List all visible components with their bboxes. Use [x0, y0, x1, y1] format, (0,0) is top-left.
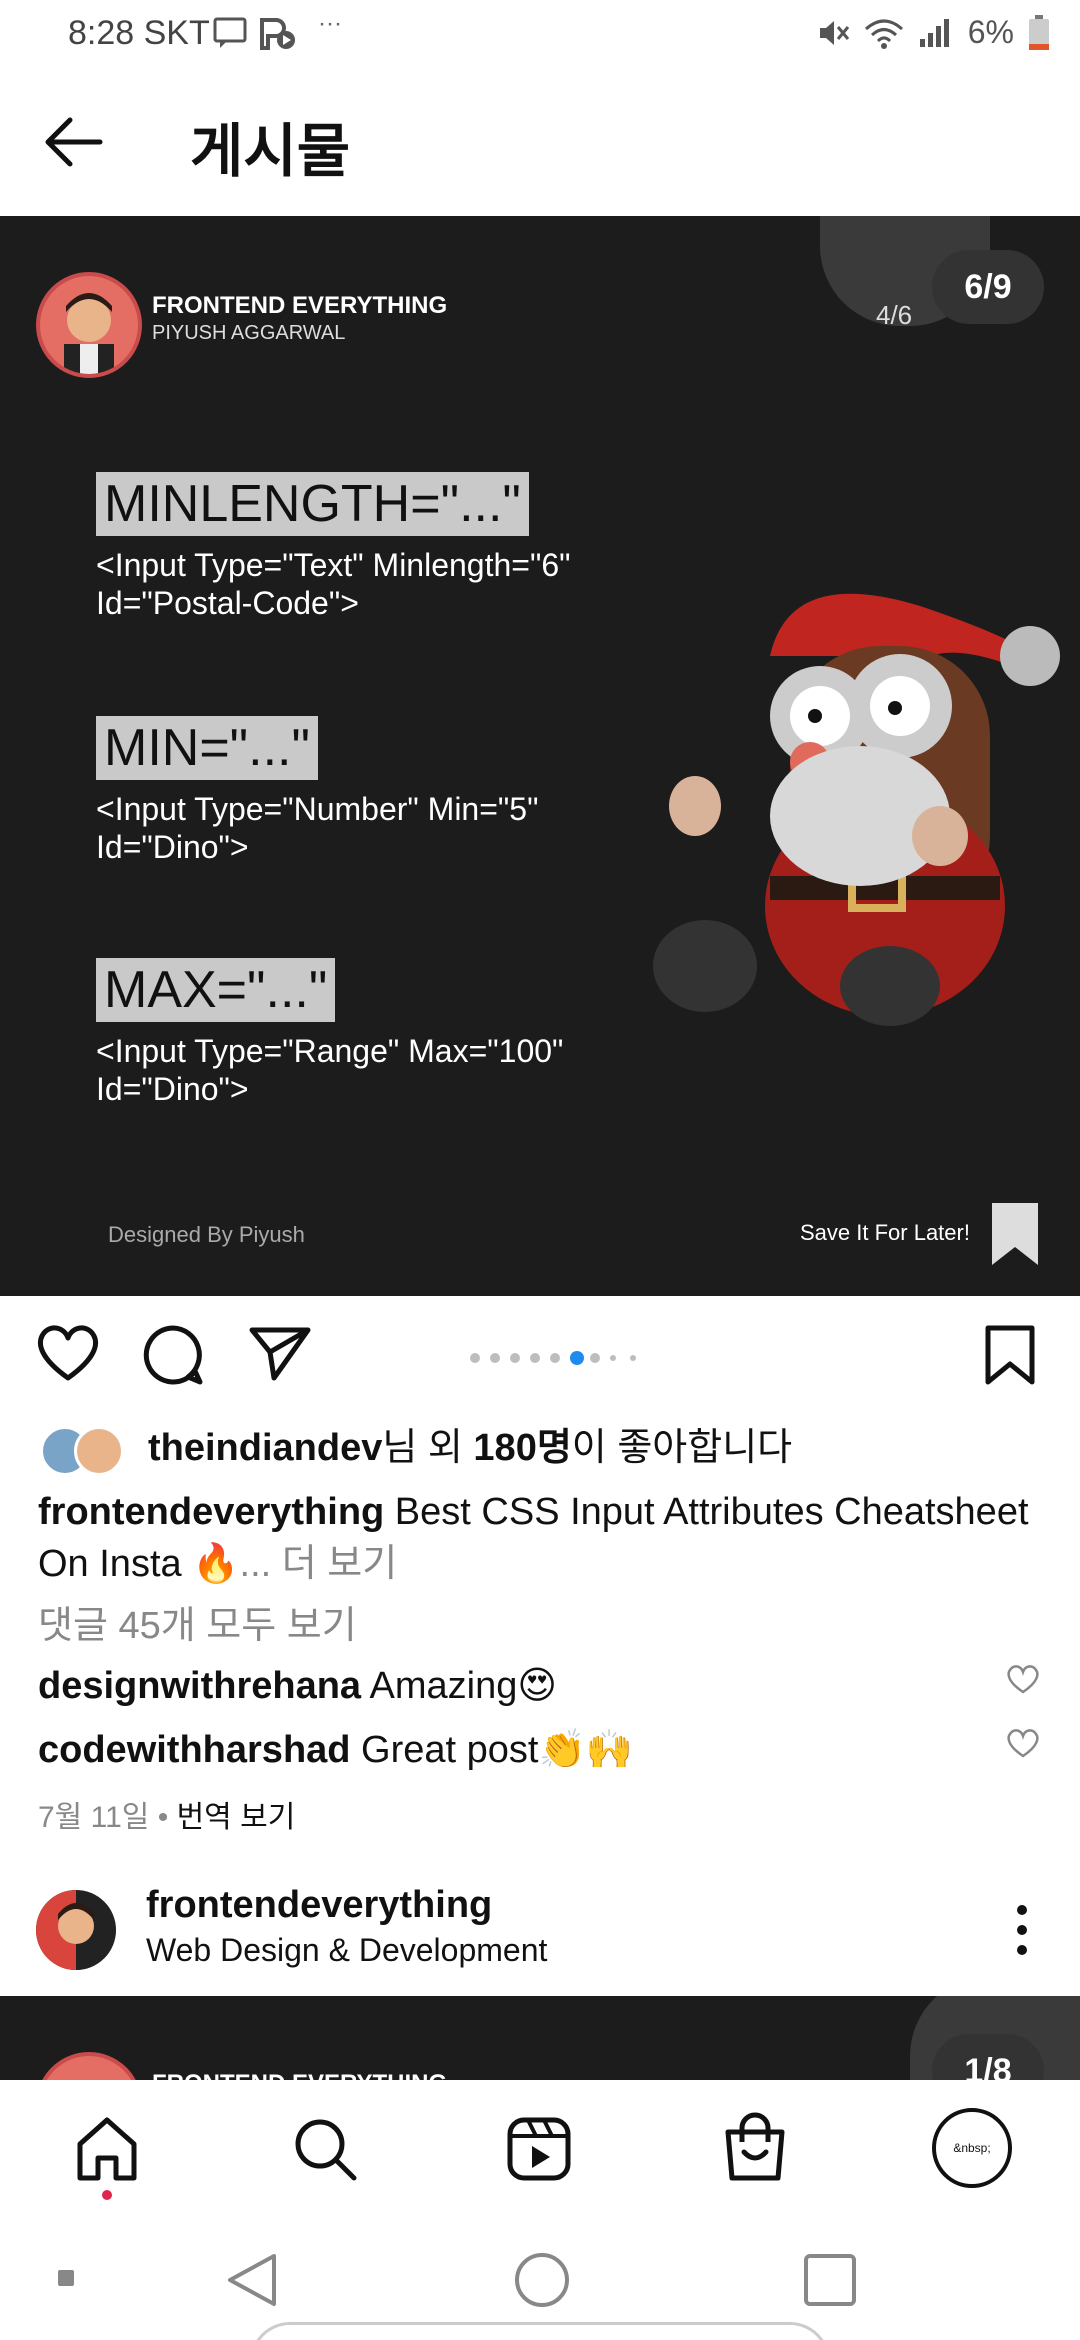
system-recents-icon[interactable] — [800, 2250, 860, 2310]
likes-count: 180명 — [473, 1427, 572, 1469]
brand-name: FRONTEND EVERYTHING — [152, 292, 448, 319]
carousel-dot-active — [570, 1351, 584, 1365]
santa-illustration — [653, 593, 1060, 1026]
carousel-dot — [530, 1353, 540, 1363]
item-code: <Input Type="Text" Minlength="6" Id="Pos… — [96, 547, 571, 621]
brand-avatar — [36, 272, 142, 378]
comment-icon[interactable] — [142, 1324, 204, 1386]
post-meta: 7월 11일 • 번역 보기 — [38, 1792, 295, 1836]
signal-icon — [919, 18, 949, 47]
system-home-icon[interactable] — [512, 2250, 572, 2310]
media-icon — [258, 16, 298, 57]
item-heading: MAX="..." — [96, 958, 336, 1022]
likes-text[interactable]: theindiandev님 외 180명이 좋아합니다 — [148, 1422, 792, 1474]
more-options-icon[interactable] — [1010, 1900, 1034, 1960]
meta-sep: • — [149, 1801, 177, 1834]
view-comments-link[interactable]: 댓글 45개 모두 보기 — [38, 1600, 357, 1652]
item-heading: MIN="..." — [96, 716, 318, 780]
wifi-icon — [864, 19, 903, 49]
carousel-dot — [550, 1353, 560, 1363]
action-row — [0, 1296, 1080, 1416]
carousel-dot — [610, 1355, 616, 1361]
system-dot-icon — [58, 2270, 74, 2286]
comment-row: designwithrehana Amazing😍 — [38, 1660, 938, 1712]
comment-like-icon[interactable] — [1006, 1728, 1040, 1758]
save-bookmark-icon[interactable] — [984, 1324, 1036, 1386]
profile-avatar[interactable]: &nbsp; — [932, 2108, 1012, 2188]
next-post-avatar[interactable] — [36, 1890, 116, 1970]
liker-avatar — [74, 1426, 124, 1476]
item-minlength: MINLENGTH="..." <Input Type="Text" Minle… — [96, 472, 656, 622]
brand-name: FRONTEND EVERYTHING — [152, 2070, 447, 2080]
comment-text: Great post👏🙌 — [350, 1729, 634, 1771]
status-right: 6% — [816, 14, 1050, 51]
status-overflow: ··· — [318, 10, 342, 37]
page-title: 게시물 — [190, 117, 351, 185]
battery-percent: 6% — [967, 14, 1014, 50]
mute-icon — [819, 20, 849, 45]
status-time: 8:28 SKT — [68, 14, 210, 52]
status-bar: 8:28 SKT ··· 6% — [0, 0, 1080, 70]
gesture-bar — [250, 2322, 830, 2340]
fire-icon: 🔥 — [192, 1543, 240, 1585]
page-counter-badge: 1/8 — [932, 2034, 1044, 2080]
translate-link[interactable]: 번역 보기 — [177, 1801, 296, 1834]
next-post-subtitle[interactable]: Web Design & Development — [146, 1932, 547, 1969]
reels-icon[interactable] — [506, 2116, 572, 2182]
comment-user[interactable]: designwithrehana — [38, 1665, 361, 1707]
likes-mid: 님 외 — [382, 1427, 474, 1469]
comment-row: codewithharshad Great post👏🙌 — [38, 1724, 938, 1776]
next-post-image[interactable]: FRONTEND EVERYTHING 1/8 — [0, 1996, 1080, 2080]
carousel-dot — [490, 1353, 500, 1363]
post-date: 7월 11일 — [38, 1801, 150, 1834]
caption-user[interactable]: frontendeverything — [38, 1491, 384, 1533]
search-icon[interactable] — [292, 2116, 358, 2182]
shop-icon[interactable] — [722, 2112, 788, 2182]
back-arrow-icon[interactable] — [40, 114, 104, 175]
likes-user[interactable]: theindiandev — [148, 1427, 382, 1469]
comment-text: Amazing😍 — [361, 1665, 557, 1707]
bookmark-icon — [992, 1203, 1038, 1265]
carousel-dots — [470, 1351, 640, 1365]
app-header: 게시물 — [0, 70, 1080, 216]
comment-user[interactable]: codewithharshad — [38, 1729, 351, 1771]
save-later-text: Save It For Later! — [800, 1220, 970, 1245]
more-link[interactable]: ... 더 보기 — [240, 1543, 398, 1585]
slide-counter: 4/6 — [876, 300, 913, 330]
caption: frontendeverything Best CSS Input Attrib… — [38, 1486, 1048, 1590]
share-icon[interactable] — [248, 1326, 312, 1382]
chat-icon — [212, 16, 248, 55]
battery-icon — [1029, 14, 1049, 50]
heart-icon[interactable] — [36, 1324, 100, 1382]
item-min: MIN="..." <Input Type="Number" Min="5" I… — [96, 716, 616, 866]
designed-by: Designed By Piyush — [108, 1222, 305, 1247]
page-counter-badge: 6/9 — [932, 250, 1044, 324]
next-post-header: frontendeverything Web Design & Developm… — [0, 1870, 1080, 1996]
bottom-nav: &nbsp; — [0, 2080, 1080, 2220]
likes-suffix: 이 좋아합니다 — [571, 1427, 793, 1469]
system-back-icon[interactable] — [224, 2250, 280, 2310]
comment-like-icon[interactable] — [1006, 1664, 1040, 1694]
carousel-dot — [510, 1353, 520, 1363]
carousel-dot — [630, 1355, 636, 1361]
item-code: <Input Type="Range" Max="100" Id="Dino"> — [96, 1033, 564, 1107]
system-nav-bar — [0, 2220, 1080, 2340]
home-notification-dot — [102, 2190, 112, 2200]
item-code: <Input Type="Number" Min="5" Id="Dino"> — [96, 791, 539, 865]
item-max: MAX="..." <Input Type="Range" Max="100" … — [96, 958, 636, 1108]
carousel-dot — [590, 1353, 600, 1363]
post-carousel-image[interactable]: FRONTEND EVERYTHING PIYUSH AGGARWAL 4/6 … — [0, 216, 1080, 1296]
likes-row: theindiandev님 외 180명이 좋아합니다 — [40, 1420, 1050, 1480]
home-icon[interactable] — [74, 2116, 140, 2182]
next-post-username[interactable]: frontendeverything — [146, 1884, 492, 1927]
brand-author: PIYUSH AGGARWAL — [152, 322, 346, 344]
carousel-dot — [470, 1353, 480, 1363]
brand-avatar — [36, 2052, 142, 2080]
item-heading: MINLENGTH="..." — [96, 472, 529, 536]
